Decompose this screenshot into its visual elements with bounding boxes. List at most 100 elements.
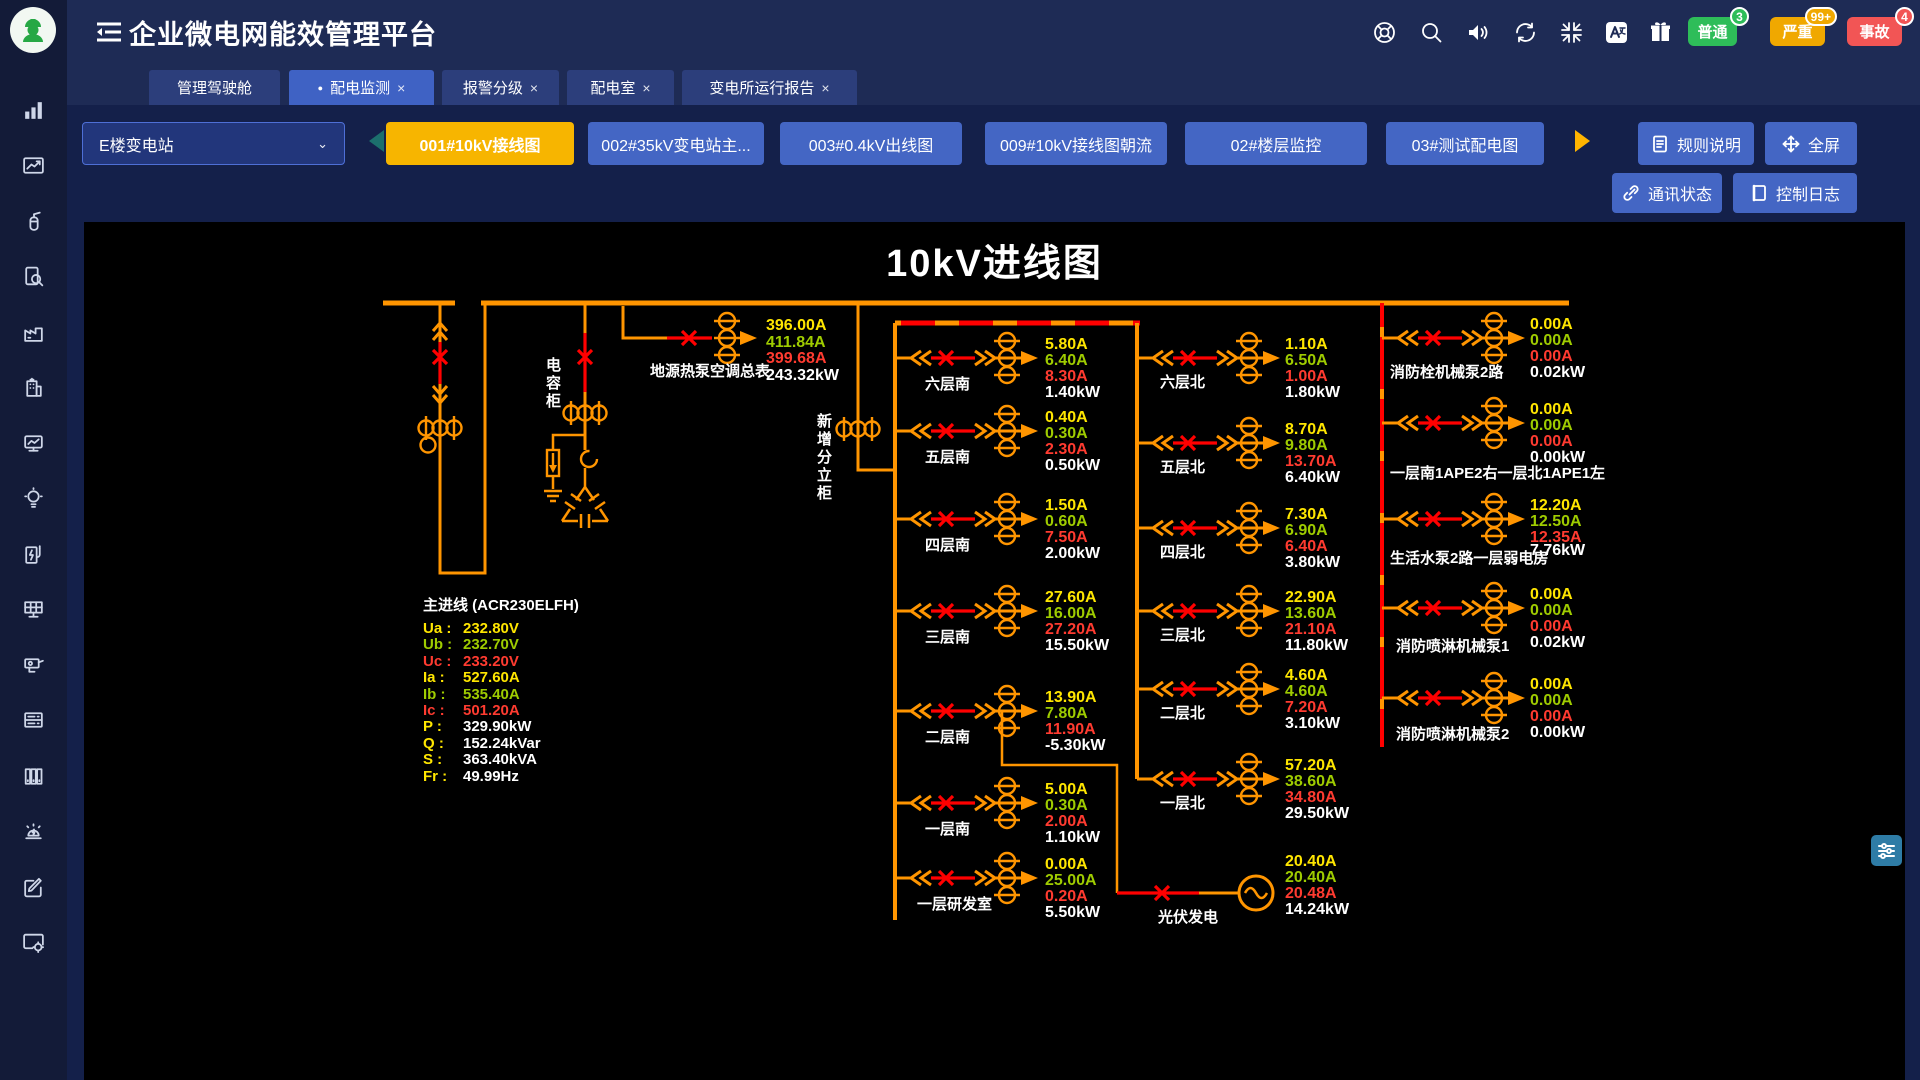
diagram-tab-02[interactable]: 02#楼层监控 (1185, 122, 1367, 165)
diagram-tab-03[interactable]: 03#测试配电图 (1386, 122, 1544, 165)
service-icon[interactable] (1371, 19, 1398, 46)
power-cabinet-icon[interactable] (21, 708, 46, 733)
svg-text:二层北: 二层北 (1160, 705, 1205, 722)
active-dot-icon: ● (318, 83, 323, 93)
alarm-lamp-icon[interactable] (21, 819, 46, 844)
svg-text:0.00A: 0.00A (1530, 618, 1573, 635)
feeder-south-2[interactable]: 13.90A 7.80A 11.90A -5.30kW 二层南 (895, 686, 1106, 754)
feeder-sprinkler-pump-2[interactable]: 0.00A 0.00A 0.00A 0.00kW 消防喷淋机械泵2 (1382, 673, 1586, 743)
close-icon[interactable]: × (821, 80, 829, 96)
solar-panel-icon[interactable] (21, 597, 46, 622)
building-icon[interactable] (21, 375, 46, 400)
fullscreen-button[interactable]: 全屏 (1765, 122, 1857, 165)
feeder-north-1[interactable]: 57.20A 38.60A 34.80A 29.50kW 一层北 (1137, 754, 1350, 822)
feeder-north-4[interactable]: 7.30A 6.90A 6.40A 3.80kW 四层北 (1137, 503, 1341, 571)
menu-toggle-icon[interactable] (95, 18, 123, 46)
feeder-sprinkler-pump-1[interactable]: 0.00A 0.00A 0.00A 0.02kW 消防喷淋机械泵1 (1382, 583, 1586, 655)
system-config-icon[interactable] (21, 930, 46, 955)
nav-tab-label: 管理驾驶舱 (177, 77, 252, 98)
rules-button[interactable]: 规则说明 (1638, 122, 1754, 165)
badge-label: 普通 (1697, 21, 1727, 42)
trend-chart-icon[interactable] (21, 153, 46, 178)
alarm-badge-fault[interactable]: 事故 4 (1847, 17, 1902, 46)
feeder-south-6[interactable]: 5.80A 6.40A 8.30A 1.40kW 六层南 (895, 333, 1101, 401)
audit-search-icon[interactable] (21, 264, 46, 289)
tabs-scroll-right-icon[interactable] (1575, 130, 1590, 152)
diagram-settings-button[interactable] (1871, 835, 1902, 866)
comm-status-button[interactable]: 通讯状态 (1612, 173, 1722, 213)
translate-icon[interactable] (1603, 19, 1630, 46)
feeder-north-5[interactable]: 8.70A 9.80A 13.70A 6.40kW 五层北 (1137, 418, 1341, 486)
svg-text:1.00A: 1.00A (1285, 368, 1328, 385)
page-title: 企业微电网能效管理平台 (129, 13, 437, 52)
idea-bulb-icon[interactable] (21, 486, 46, 511)
svg-text:0.00A: 0.00A (1530, 332, 1573, 349)
search-icon[interactable] (1418, 19, 1445, 46)
volume-icon[interactable] (1464, 19, 1491, 46)
svg-text:0.00A: 0.00A (1530, 676, 1573, 693)
diagram-tab-label: 02#楼层监控 (1231, 132, 1322, 156)
diagram-tab-001[interactable]: 001#10kV接线图 (386, 122, 574, 165)
station-select[interactable]: E楼变电站 ⌄ (82, 122, 345, 165)
single-line-diagram: 396.00A 411.84A 399.68A 243.32kW 地源热泵空调总… (84, 222, 1905, 1080)
pv-generation[interactable]: 20.40A 20.40A 20.48A 14.24kW 光伏发电 (1117, 853, 1350, 926)
tabs-scroll-left-icon[interactable] (369, 130, 384, 152)
nav-tab-distribution-monitoring[interactable]: ● 配电监测 × (289, 70, 434, 105)
feeder-ape[interactable]: 0.00A 0.00A 0.00A 0.00kW 一层南1APE2右一层北1AP… (1382, 398, 1605, 482)
control-log-button[interactable]: 控制日志 (1733, 173, 1857, 213)
station-select-value: E楼变电站 (99, 132, 174, 156)
move-icon (1782, 135, 1800, 153)
diagram-tab-003[interactable]: 003#0.4kV出线图 (780, 122, 962, 165)
feeder-south-lab[interactable]: 0.00A 25.00A 0.20A 5.50kW 一层研发室 (895, 853, 1101, 921)
new-cabinet-branch[interactable] (837, 303, 896, 470)
alarm-badge-severe[interactable]: 严重 99+ (1770, 17, 1825, 46)
svg-text:4.60A: 4.60A (1285, 683, 1328, 700)
svg-text:四层北: 四层北 (1160, 544, 1205, 561)
svg-text:一层研发室: 一层研发室 (917, 895, 992, 913)
feeder-north-6[interactable]: 1.10A 6.50A 1.00A 1.80kW 六层北 (1137, 333, 1341, 401)
svg-text:38.60A: 38.60A (1285, 773, 1337, 790)
svg-text:五层南: 五层南 (925, 448, 970, 466)
feeder-south-4[interactable]: 1.50A 0.60A 7.50A 2.00kW 四层南 (895, 494, 1101, 562)
feeder-south-3[interactable]: 27.60A 16.00A 27.20A 15.50kW 三层南 (895, 586, 1110, 654)
feeder-north-3[interactable]: 22.90A 13.60A 21.10A 11.80kW 三层北 (1137, 586, 1349, 654)
feeder-south-1[interactable]: 5.00A 0.30A 2.00A 1.10kW 一层南 (895, 778, 1101, 846)
feeder-north-2[interactable]: 4.60A 4.60A 7.20A 3.10kW 二层北 (1137, 664, 1341, 732)
svg-text:0.00A: 0.00A (1530, 348, 1573, 365)
feeder-water-pump[interactable]: 12.20A 12.50A 12.35A 7.76kW 生活水泵2路一层弱电房 (1382, 494, 1586, 567)
gift-icon[interactable] (1647, 19, 1674, 46)
nav-tab-substation-report[interactable]: 变电所运行报告 × (682, 70, 857, 105)
nav-tab-alarm-grading[interactable]: 报警分级 × (442, 70, 559, 105)
feeder-south-5[interactable]: 0.40A 0.30A 2.30A 0.50kW 五层南 (895, 406, 1101, 474)
archive-icon[interactable] (21, 764, 46, 789)
edit-icon[interactable] (21, 875, 46, 900)
svg-text:五层北: 五层北 (1160, 459, 1205, 476)
capacitor-branch[interactable] (544, 303, 608, 528)
svg-text:1.40kW: 1.40kW (1045, 384, 1101, 401)
bar-chart-icon[interactable] (21, 98, 46, 123)
monitor-chart-icon[interactable] (21, 431, 46, 456)
feeder-fire-pump-2[interactable]: 0.00A 0.00A 0.00A 0.02kW 消防栓机械泵2路 (1382, 313, 1586, 381)
nav-tab-dashboard[interactable]: 管理驾驶舱 (149, 70, 280, 105)
svg-text:消防喷淋机械泵1: 消防喷淋机械泵1 (1396, 637, 1509, 655)
svg-text:29.50kW: 29.50kW (1285, 805, 1350, 822)
fire-extinguisher-icon[interactable] (21, 209, 46, 234)
gshp-ib: 411.84A (766, 334, 826, 351)
alarm-badge-normal[interactable]: 普通 3 (1688, 17, 1737, 46)
svg-text:0.20A: 0.20A (1045, 888, 1088, 905)
ev-charger-icon[interactable] (21, 542, 46, 567)
close-icon[interactable]: × (530, 80, 538, 96)
document-icon (1651, 135, 1669, 153)
diagram-tab-009[interactable]: 009#10kV接线图朝流 (985, 122, 1167, 165)
svg-text:六层北: 六层北 (1160, 373, 1205, 391)
factory-icon[interactable] (21, 320, 46, 345)
close-icon[interactable]: × (642, 80, 650, 96)
close-icon[interactable]: × (397, 80, 405, 96)
diagram-tab-002[interactable]: 002#35kV变电站主... (588, 122, 764, 165)
svg-text:13.70A: 13.70A (1285, 453, 1337, 470)
camera-icon[interactable] (21, 653, 46, 678)
refresh-icon[interactable] (1512, 19, 1539, 46)
feeder-gshp[interactable]: 396.00A 411.84A 399.68A 243.32kW 地源热泵空调总… (623, 306, 840, 384)
compress-icon[interactable] (1558, 19, 1585, 46)
nav-tab-distribution-room[interactable]: 配电室 × (567, 70, 674, 105)
